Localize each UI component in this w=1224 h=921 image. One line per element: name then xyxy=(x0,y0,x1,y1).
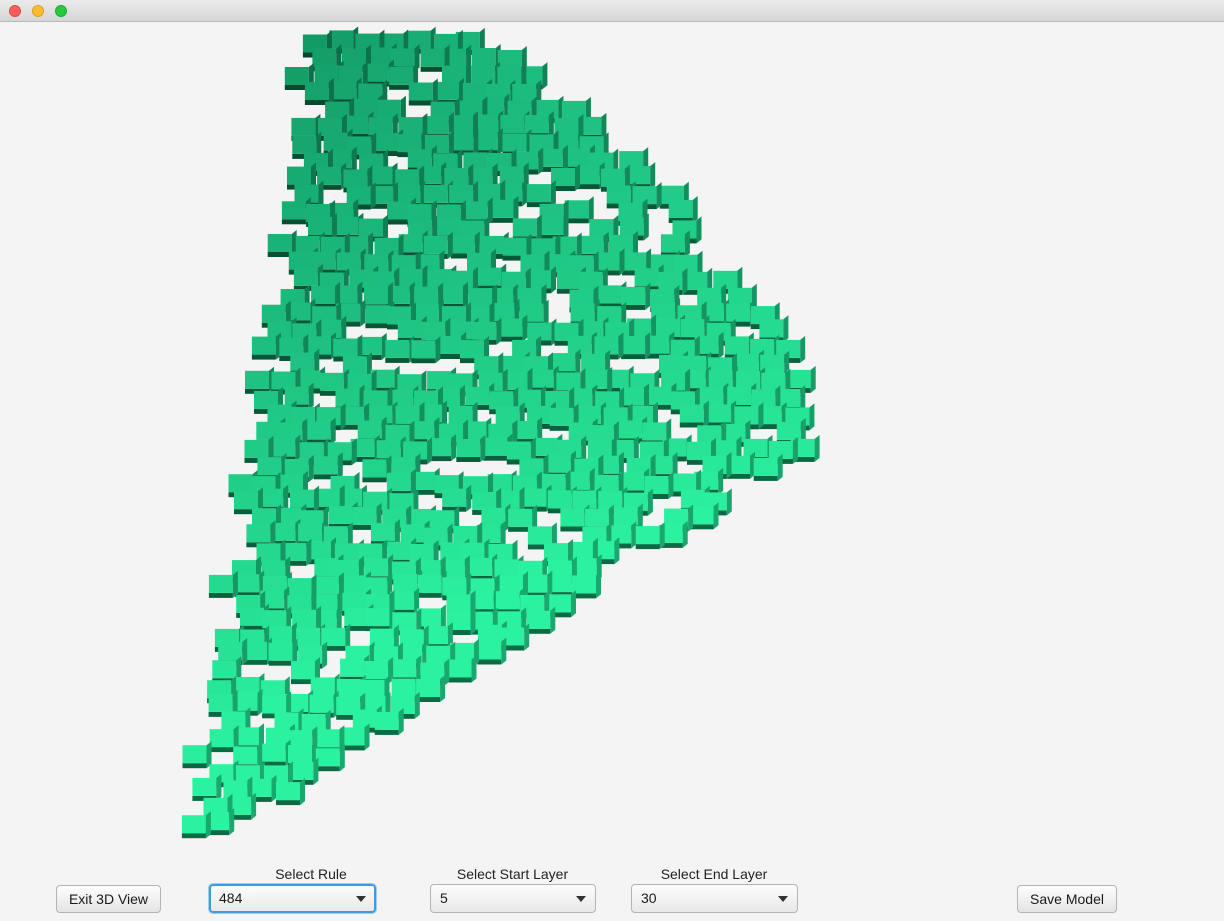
voxel-cube xyxy=(181,811,211,839)
save-model-button[interactable]: Save Model xyxy=(1017,885,1117,913)
start-layer-select-value: 5 xyxy=(440,890,448,906)
voxel-cube xyxy=(271,518,301,546)
voxel-cube xyxy=(447,655,477,683)
close-window-button[interactable] xyxy=(9,5,21,17)
voxel-cube xyxy=(309,690,339,718)
voxel-cube xyxy=(306,417,336,445)
voxel-cube xyxy=(182,741,212,769)
voxel-cube xyxy=(423,180,453,208)
minimize-window-button[interactable] xyxy=(32,5,44,17)
voxel-cube xyxy=(416,675,446,702)
voxel-cube xyxy=(595,248,625,276)
voxel-model[interactable] xyxy=(0,22,1224,860)
voxel-cube xyxy=(442,484,472,512)
voxel-cube xyxy=(304,78,334,105)
voxel-cube xyxy=(660,230,690,258)
voxel-cube xyxy=(311,282,341,309)
voxel-cube xyxy=(245,366,274,394)
voxel-cube xyxy=(456,435,486,462)
end-layer-select[interactable]: 30 xyxy=(631,884,798,913)
app-window: Exit 3D View Select Rule 484 Select Star… xyxy=(0,0,1224,921)
voxel-cube xyxy=(313,452,343,480)
zoom-window-button[interactable] xyxy=(55,5,67,17)
voxel-cube xyxy=(315,744,345,772)
voxel-cube xyxy=(192,773,222,801)
voxel-cube xyxy=(539,212,569,240)
voxel-cube xyxy=(385,335,415,363)
rule-select-value: 484 xyxy=(219,890,243,906)
rule-select[interactable]: 484 xyxy=(209,884,376,913)
exit-3d-view-button[interactable]: Exit 3D View xyxy=(56,885,161,913)
chevron-down-icon xyxy=(778,896,788,902)
end-layer-select-value: 30 xyxy=(641,890,657,906)
voxel-cube xyxy=(408,78,438,106)
voxel-cube xyxy=(753,453,783,481)
voxel-cube xyxy=(707,400,737,428)
voxel-cube xyxy=(668,196,698,223)
voxel-cube xyxy=(689,502,719,530)
voxel-cube xyxy=(526,606,556,634)
voxel-cube xyxy=(411,336,441,364)
voxel-cube xyxy=(417,570,447,598)
chevron-down-icon xyxy=(576,896,586,902)
voxel-cube xyxy=(251,332,281,360)
voxel-cube xyxy=(575,162,605,190)
voxel-cube xyxy=(572,571,601,599)
voxel-cube xyxy=(538,144,568,172)
voxel-cube xyxy=(498,314,528,342)
voxel-cube xyxy=(679,400,709,428)
voxel-cube xyxy=(261,739,291,767)
select-end-layer-label: Select End Layer xyxy=(660,866,768,882)
voxel-cube xyxy=(365,604,395,632)
voxel-cube xyxy=(759,315,789,343)
voxel-cube xyxy=(374,707,404,735)
voxel-cube xyxy=(626,162,656,190)
select-rule-label: Select Rule xyxy=(275,866,347,882)
voxel-cube xyxy=(468,553,498,581)
voxel-cube xyxy=(243,637,272,665)
chevron-down-icon xyxy=(356,896,366,902)
title-bar xyxy=(0,0,1224,22)
voxel-cube xyxy=(208,570,238,598)
voxel-cube xyxy=(340,723,370,751)
voxel-cube xyxy=(635,522,665,550)
start-layer-select[interactable]: 5 xyxy=(430,884,596,913)
voxel-cube xyxy=(246,520,276,548)
voxel-cube xyxy=(621,332,651,360)
voxel-cube xyxy=(259,484,289,512)
voxel-cube xyxy=(526,180,556,208)
select-start-layer-label: Select Start Layer xyxy=(456,866,569,882)
voxel-cube xyxy=(477,637,507,665)
voxel-cube xyxy=(276,778,305,806)
voxel-cube xyxy=(235,570,265,598)
3d-viewport[interactable] xyxy=(0,22,1224,860)
voxel-cube xyxy=(564,196,594,224)
